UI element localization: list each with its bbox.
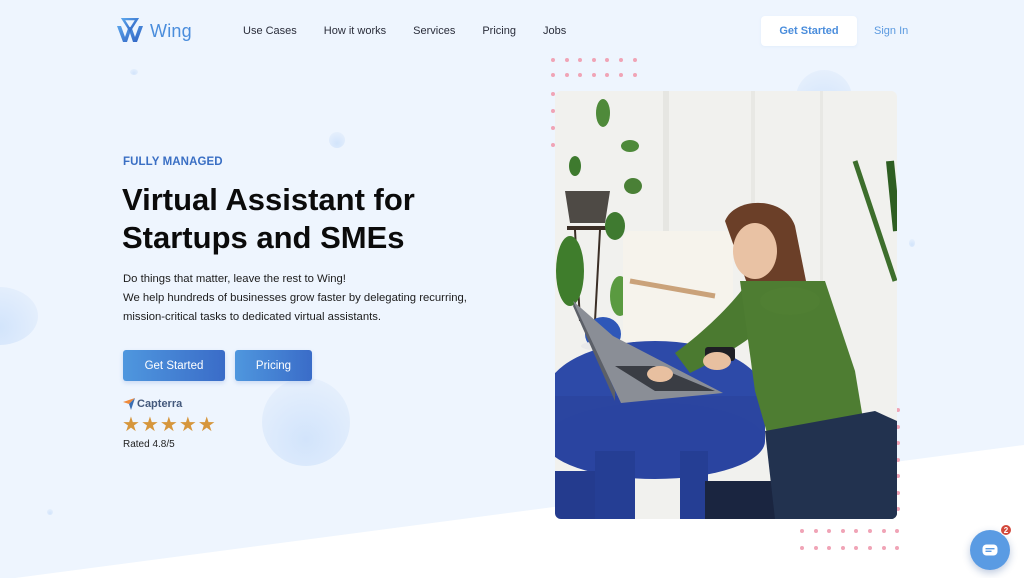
subtext-line-2: We help hundreds of businesses grow fast… (123, 292, 467, 304)
nav-jobs[interactable]: Jobs (543, 25, 566, 37)
hero-headline: Virtual Assistant for Startups and SMEs (122, 181, 522, 257)
decor-dot (632, 58, 637, 62)
nav-services[interactable]: Services (413, 25, 455, 37)
decor-bubble (909, 239, 915, 247)
decor-dot (551, 73, 555, 77)
photo-illustration (555, 91, 897, 519)
headline-line-1: Virtual Assistant for (122, 182, 415, 217)
rating-text: Rated 4.8/5 (123, 439, 175, 450)
decor-bubble (329, 132, 345, 148)
subtext-line-1: Do things that matter, leave the rest to… (123, 273, 346, 285)
chat-icon (982, 544, 998, 556)
nav-pricing[interactable]: Pricing (482, 25, 516, 37)
decor-bubble (47, 509, 53, 515)
decor-dot (619, 58, 623, 62)
brand-name: Wing (150, 20, 192, 41)
capterra-arrow-icon (123, 398, 135, 410)
decor-dot (605, 58, 610, 62)
hero-pricing-button[interactable]: Pricing (235, 350, 312, 381)
sign-in-link[interactable]: Sign In (874, 25, 908, 37)
hero-get-started-button[interactable]: Get Started (123, 350, 225, 381)
decor-dot (840, 546, 845, 550)
decor-dot (619, 73, 623, 77)
star-icon: ★ (197, 414, 216, 436)
decor-dot (605, 73, 610, 77)
logo[interactable]: Wing (116, 18, 192, 44)
subtext-line-3: mission-critical tasks to dedicated virt… (123, 311, 382, 323)
decor-bubble (0, 287, 38, 345)
headline-line-2: Startups and SMEs (122, 220, 405, 255)
nav-how-it-works[interactable]: How it works (324, 25, 386, 37)
decor-bubble (262, 378, 350, 466)
decor-dot (868, 546, 872, 550)
star-icon: ★ (140, 414, 159, 436)
decor-dot (868, 529, 872, 533)
star-icon: ★ (178, 414, 197, 436)
decor-dot (800, 529, 804, 533)
decor-dot (564, 73, 569, 77)
decor-dot (591, 73, 596, 77)
hero-subtext: Do things that matter, leave the rest to… (123, 270, 523, 327)
capterra-name: Capterra (137, 398, 183, 410)
rating-stars: ★ ★ ★ ★ ★ (122, 414, 216, 436)
hero-photo (555, 91, 897, 519)
chat-widget-button[interactable] (970, 530, 1010, 570)
decor-bubble (130, 69, 138, 75)
chat-unread-badge: 2 (1000, 524, 1012, 536)
header-get-started-button[interactable]: Get Started (761, 16, 857, 46)
decor-dot (881, 546, 886, 550)
decor-dot (578, 73, 583, 77)
decor-dot (564, 58, 569, 62)
star-icon: ★ (122, 414, 140, 436)
decor-dot (881, 529, 886, 533)
decor-dot (591, 58, 596, 62)
decor-dot (632, 73, 637, 77)
nav-use-cases[interactable]: Use Cases (243, 25, 297, 37)
decor-dot (813, 529, 818, 533)
decor-dot (578, 58, 583, 62)
hero-eyebrow: FULLY MANAGED (123, 156, 223, 168)
decor-dot (551, 58, 555, 62)
capterra-logo[interactable]: Capterra (123, 398, 182, 410)
decor-dot (800, 546, 804, 550)
decor-dot (813, 546, 818, 550)
star-icon: ★ (159, 414, 178, 436)
decor-dot (840, 529, 845, 533)
main-nav: Use Cases How it works Services Pricing … (243, 25, 593, 37)
wing-logo-icon (117, 18, 143, 42)
